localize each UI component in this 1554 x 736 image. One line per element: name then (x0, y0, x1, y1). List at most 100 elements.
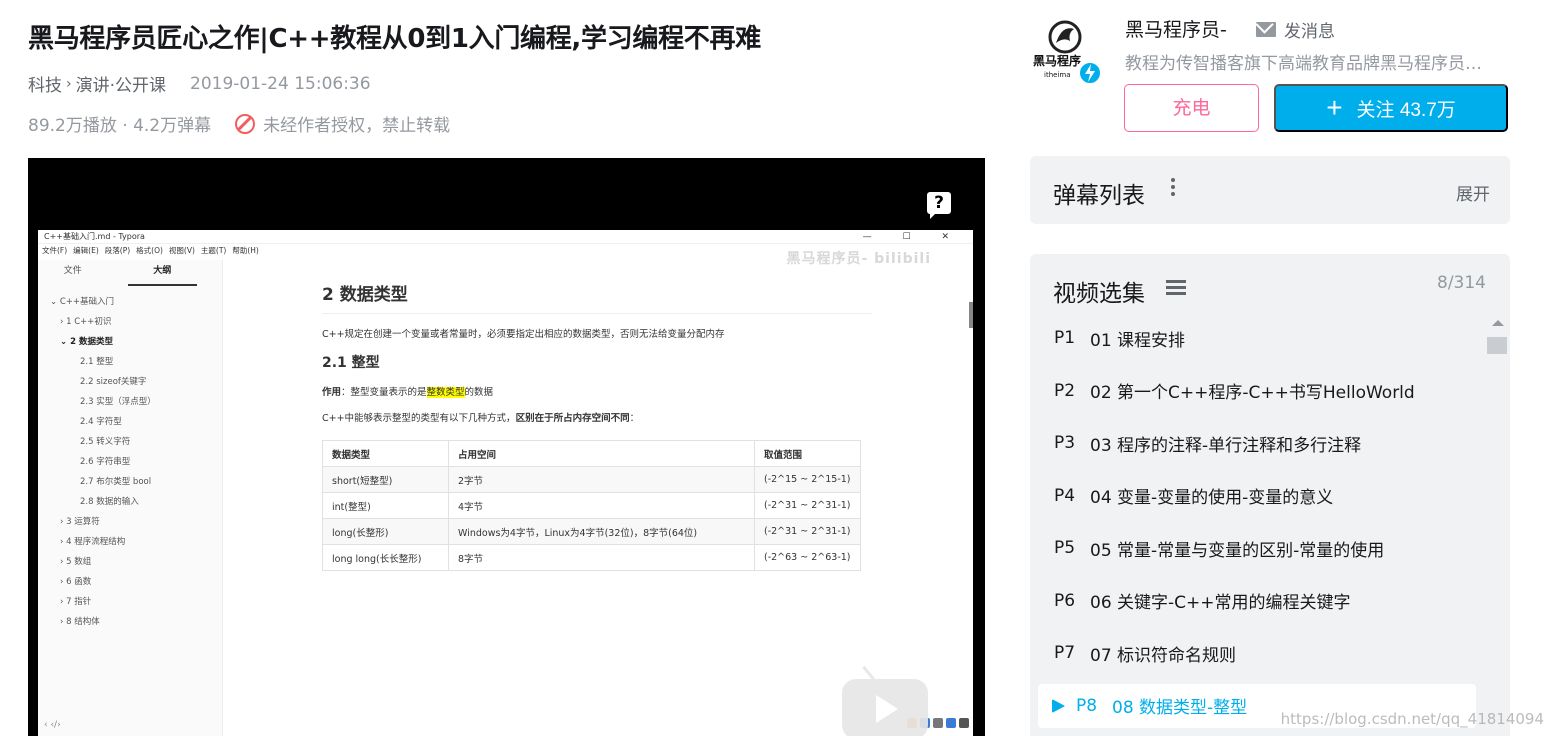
outline-item: 2.3 实型（浮点型） (80, 397, 156, 407)
table-cell: (-2^31 ~ 2^31-1) (754, 492, 861, 519)
publish-date: 2019-01-24 15:06:36 (190, 73, 371, 94)
episode-item[interactable]: P2 02 第一个C++程序-C++书写HelloWorld (1030, 365, 1486, 418)
follow-button[interactable]: + 关注 43.7万 (1274, 84, 1508, 132)
send-message-label: 发消息 (1284, 22, 1335, 42)
doc-purpose-post: 的数据 (464, 387, 494, 398)
tray-icon (959, 718, 969, 728)
episode-panel: 视频选集 8/314 P1 01 课程安排 P2 02 第一个C++程序-C++书写H… (1030, 254, 1510, 736)
typora-window-buttons: — ☐ ✕ (862, 232, 963, 242)
video-stats-row: 89.2万播放 · 4.2万弹幕 未经作者授权，禁止转载 (28, 111, 450, 136)
episode-item[interactable]: P7 07 标识符命名规则 (1030, 627, 1486, 680)
table-cell: long long(长长整形) (322, 544, 449, 571)
avatar[interactable]: 黑马程序 itheima (1032, 15, 1102, 85)
episode-number: P6 (1054, 590, 1076, 611)
danmaku-expand-button[interactable]: 展开 (1456, 180, 1490, 205)
follow-label: 关注 43.7万 (1356, 99, 1456, 121)
doc-ways-post: ： (629, 413, 640, 424)
typora-menu-item: 段落(P) (104, 246, 131, 255)
typora-scrollbar (969, 302, 973, 328)
copyright-notice: 未经作者授权，禁止转载 (235, 111, 450, 136)
scroll-up-arrow-icon[interactable] (1492, 320, 1504, 326)
doc-intro: C++规定在创建一个变量或者常量时，必须要指定出相应的数据类型，否则无法给变量分… (322, 329, 725, 340)
typora-sidebar-tabs: 文件 大纲 (38, 260, 222, 286)
outline-item: 2.2 sizeof关键字 (80, 377, 147, 387)
episode-item[interactable]: P4 04 变量-变量的使用-变量的意义 (1030, 470, 1486, 523)
doc-purpose-label: 作用 (322, 387, 342, 398)
table-cell: long(长整形) (322, 518, 449, 545)
danmaku-list-panel[interactable]: 弹幕列表 展开 (1030, 156, 1510, 224)
typora-titlebar: C++基础入门.md - Typora — ☐ ✕ (38, 230, 973, 244)
play-danmaku-stats: 89.2万播放 · 4.2万弹幕 (28, 116, 212, 136)
episode-title: 06 关键字-C++常用的编程关键字 (1090, 593, 1351, 614)
video-page: 黑马程序员匠心之作|C++教程从0到1入门编程,学习编程不再难 科技 › 演讲·… (0, 0, 1554, 736)
typora-menu-item: 帮助(H) (232, 246, 259, 255)
outline-item: ⌄ 2 数据类型 (60, 337, 113, 347)
tray-icon (933, 718, 943, 728)
avatar-logo-subtext: itheima (1044, 71, 1071, 79)
tray-icon (946, 718, 956, 728)
tab-outline: 大纲 (127, 260, 197, 286)
table-row: long(长整形) Windows为4字节，Linux为4字节(32位)，8字节(… (322, 518, 861, 545)
table-header-cell: 取值范围 (754, 440, 861, 467)
video-title: 黑马程序员匠心之作|C++教程从0到1入门编程,学习编程不再难 (28, 24, 761, 54)
send-message-link[interactable]: 发消息 (1256, 17, 1335, 42)
table-cell: int(整型) (322, 492, 449, 519)
episode-list-scrollbar[interactable] (1487, 337, 1507, 354)
csdn-watermark: https://blog.csdn.net/qq_41814094 (1280, 710, 1544, 728)
more-vertical-icon[interactable] (1171, 178, 1177, 200)
episode-count: 8/314 (1437, 273, 1486, 293)
episode-title: 07 标识符命名规则 (1090, 645, 1237, 666)
episode-title: 03 程序的注释-单行注释和多行注释 (1090, 435, 1362, 456)
copyright-text: 未经作者授权，禁止转载 (263, 116, 451, 136)
outline-item: › 8 结构体 (60, 617, 100, 627)
episode-list: P1 01 课程安排 P2 02 第一个C++程序-C++书写HelloWorld P3… (1030, 312, 1486, 728)
doc-ways: C++中能够表示整型的类型有以下几种方式，区别在于所占内存空间不同： (322, 410, 872, 424)
outline-item: 2.4 字符型 (80, 417, 122, 427)
itheima-logo-icon: 黑马程序 itheima (1033, 20, 1102, 85)
avatar-logo-text: 黑马程序 (1033, 53, 1081, 68)
category-link[interactable]: 科技 (28, 71, 62, 96)
uploader-name[interactable]: 黑马程序员- (1125, 15, 1227, 42)
outline-item: › 7 指针 (60, 597, 92, 607)
doc-heading-2: 2 数据类型 (322, 280, 872, 314)
doc-purpose-highlight: 整数类型 (426, 387, 465, 398)
tab-files: 文件 (63, 266, 82, 276)
doc-int-types-table: 数据类型 占用空间 取值范围 short(短整型) 2字节 (-2^15 ~ 2^15-1… (322, 440, 861, 571)
episode-item[interactable]: P1 01 课程安排 (1030, 312, 1486, 365)
doc-ways-bold: 区别在于所占内存空间不同 (515, 413, 630, 424)
table-header-cell: 数据类型 (322, 440, 449, 467)
episode-title: 04 变量-变量的使用-变量的意义 (1090, 488, 1334, 509)
table-cell: (-2^31 ~ 2^31-1) (754, 518, 861, 545)
typora-menu-item: 编辑(E) (73, 246, 99, 255)
episode-number: P7 (1054, 643, 1076, 664)
charge-button[interactable]: 充电 (1124, 84, 1259, 132)
outline-item: 2.6 字符串型 (80, 457, 131, 467)
outline-item: › 4 程序流程结构 (60, 537, 126, 547)
episode-item[interactable]: P6 06 关键字-C++常用的编程关键字 (1030, 575, 1486, 628)
video-player[interactable]: ? C++基础入门.md - Typora — ☐ ✕ 文件(F) 编辑(E) 段落… (28, 158, 985, 736)
outline-item: 2.5 转义字符 (80, 437, 131, 447)
episode-item[interactable]: P5 05 常量-常量与变量的区别-常量的使用 (1030, 522, 1486, 575)
episode-number: P4 (1054, 485, 1076, 506)
table-row: int(整型) 4字节 (-2^31 ~ 2^31-1) (322, 492, 861, 519)
subcategory-link[interactable]: 演讲·公开课 (76, 71, 166, 96)
danmaku-list-title: 弹幕列表 (1053, 183, 1145, 209)
playing-icon (1052, 698, 1065, 713)
list-view-icon[interactable] (1166, 280, 1186, 296)
plus-icon: + (1326, 92, 1343, 123)
episode-number: P5 (1054, 538, 1076, 559)
episode-title: 01 课程安排 (1090, 330, 1186, 351)
table-row: long long(长长整形) 8字节 (-2^63 ~ 2^63-1) (322, 544, 861, 571)
help-icon[interactable]: ? (927, 192, 951, 219)
episode-title: 08 数据类型-整型 (1112, 698, 1248, 718)
episode-number: P3 (1054, 433, 1076, 454)
no-repost-icon (235, 113, 256, 134)
outline-item: 2.8 数据的输入 (80, 497, 139, 507)
play-icon[interactable] (842, 679, 928, 736)
outline-item: › 5 数组 (60, 557, 92, 567)
outline-item: 2.7 布尔类型 bool (80, 477, 152, 487)
doc-heading-3: 2.1 整型 (322, 355, 380, 371)
doc-purpose-pre: ：整型变量表示的是 (341, 387, 427, 398)
episode-item[interactable]: P3 03 程序的注释-单行注释和多行注释 (1030, 417, 1486, 470)
outline-item: 2.1 整型 (80, 357, 114, 367)
